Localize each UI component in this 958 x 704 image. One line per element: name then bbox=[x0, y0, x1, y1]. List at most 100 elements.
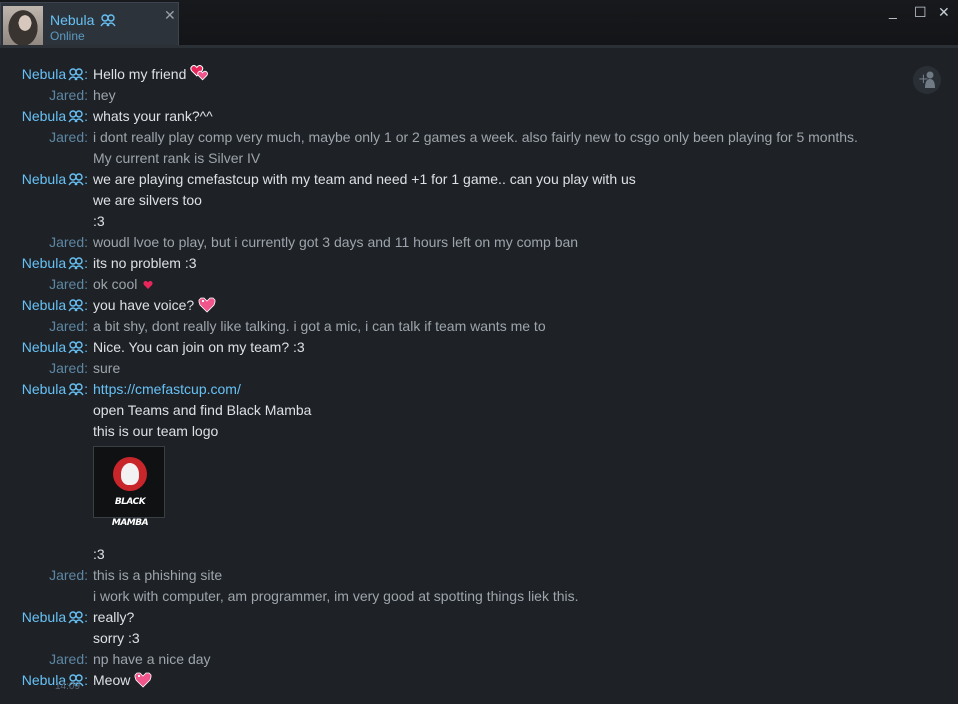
message-line: we are playing cmefastcup with my team a… bbox=[93, 169, 933, 190]
group-icon bbox=[68, 110, 84, 123]
message-text: :3 bbox=[93, 213, 105, 229]
chat-message: Nebula: you have voice? bbox=[0, 295, 958, 316]
chat-tab-nebula[interactable]: Nebula Online ✕ bbox=[0, 2, 179, 48]
message-body: Nice. You can join on my team? :3 bbox=[93, 337, 933, 358]
sender-name-label: Jared: bbox=[49, 276, 88, 292]
sender-name[interactable]: Jared: bbox=[49, 274, 88, 295]
message-line: its no problem :3 bbox=[93, 253, 933, 274]
sender-name[interactable]: Nebula: bbox=[22, 253, 88, 274]
chat-message: Nebula: Meow bbox=[0, 670, 958, 691]
message-body: you have voice? bbox=[93, 295, 933, 316]
message-body: https://cmefastcup.com/open Teams and fi… bbox=[93, 379, 933, 565]
sender-name[interactable]: Nebula: bbox=[22, 607, 88, 628]
message-line: this is a phishing site bbox=[93, 565, 933, 586]
heart-emoticon-icon bbox=[143, 280, 153, 289]
sender-name[interactable]: Nebula: bbox=[22, 169, 88, 190]
sender-name-label: Jared: bbox=[49, 360, 88, 376]
sender-name[interactable]: Nebula: bbox=[22, 379, 88, 400]
sender-name-label: Nebula bbox=[21, 609, 67, 625]
sender-name[interactable]: Nebula: bbox=[22, 106, 88, 127]
sender-name[interactable]: Nebula: bbox=[22, 295, 88, 316]
sender-name[interactable]: Jared: bbox=[49, 316, 88, 337]
message-text: sorry :3 bbox=[93, 630, 140, 646]
sender-name[interactable]: Jared: bbox=[49, 232, 88, 253]
message-text: we are silvers too bbox=[93, 192, 202, 208]
message-line: Hello my friend bbox=[93, 64, 933, 85]
message-text: Nice. You can join on my team? :3 bbox=[93, 339, 305, 355]
message-link[interactable]: https://cmefastcup.com/ bbox=[93, 381, 241, 397]
close-tab-icon[interactable]: ✕ bbox=[164, 8, 176, 22]
group-icon bbox=[68, 611, 84, 624]
message-text: we are playing cmefastcup with my team a… bbox=[93, 171, 636, 187]
close-window-button[interactable]: ✕ bbox=[938, 5, 950, 19]
sender-name-label: Jared: bbox=[49, 567, 88, 583]
sender-name[interactable]: Jared: bbox=[49, 565, 88, 586]
sender-name-label: Jared: bbox=[49, 318, 88, 334]
message-text: open Teams and find Black Mamba bbox=[93, 402, 312, 418]
team-logo-image[interactable]: BLACK MAMBA bbox=[93, 446, 165, 528]
sender-colon: : bbox=[84, 108, 88, 124]
message-line: really? bbox=[93, 607, 933, 628]
sender-colon: : bbox=[84, 66, 88, 82]
message-text: this is a phishing site bbox=[93, 567, 223, 583]
message-body: a bit shy, dont really like talking. i g… bbox=[93, 316, 933, 337]
sender-colon: : bbox=[84, 255, 88, 271]
message-text: i work with computer, am programmer, im … bbox=[93, 588, 579, 604]
sender-name-label: Jared: bbox=[49, 234, 88, 250]
message-line: hey bbox=[93, 85, 933, 106]
chat-message: Nebula: we are playing cmefastcup with my… bbox=[0, 169, 958, 232]
message-text: really? bbox=[93, 609, 135, 625]
image-spacer bbox=[93, 518, 933, 544]
sender-colon: : bbox=[84, 381, 88, 397]
chat-log: Nebula: Hello my friend Jared: hey Nebula: wh… bbox=[0, 64, 958, 691]
chat-message: Nebula: whats your rank?^^ bbox=[0, 106, 958, 127]
chat-message: Nebula: its no problem :3 bbox=[0, 253, 958, 274]
message-line: a bit shy, dont really like talking. i g… bbox=[93, 316, 933, 337]
sender-name[interactable]: Jared: bbox=[49, 649, 88, 670]
message-body: Meow bbox=[93, 670, 933, 691]
sender-colon: : bbox=[84, 609, 88, 625]
maximize-button[interactable]: ☐ bbox=[914, 5, 927, 19]
avatar[interactable] bbox=[3, 6, 43, 46]
message-line: Nice. You can join on my team? :3 bbox=[93, 337, 933, 358]
message-text: My current rank is Silver IV bbox=[93, 150, 261, 166]
tab-friend-status: Online bbox=[50, 29, 85, 43]
logo-wordmark: BLACK MAMBA bbox=[111, 497, 149, 528]
message-line: open Teams and find Black Mamba bbox=[93, 400, 933, 421]
message-line: Meow bbox=[93, 670, 933, 691]
message-line: sure bbox=[93, 358, 933, 379]
group-icon bbox=[68, 173, 84, 186]
message-text: woudl lvoe to play, but i currently got … bbox=[93, 234, 579, 250]
sender-name-label: Nebula bbox=[21, 171, 67, 187]
sender-name-label: Jared: bbox=[49, 87, 88, 103]
message-line: woudl lvoe to play, but i currently got … bbox=[93, 232, 933, 253]
chat-message: Nebula: https://cmefastcup.com/open Teams… bbox=[0, 379, 958, 565]
tab-friend-name: Nebula bbox=[50, 12, 116, 28]
sender-name-label: Nebula bbox=[21, 66, 67, 82]
chat-window: Nebula Online ✕ _ ☐ ✕ + Nebula: Hello my … bbox=[0, 0, 958, 704]
sender-name[interactable]: Jared: bbox=[49, 127, 88, 148]
sender-name[interactable]: Nebula: bbox=[22, 337, 88, 358]
message-body: this is a phishing site i work with compu… bbox=[93, 565, 933, 607]
chat-message: Jared: woudl lvoe to play, but i currentl… bbox=[0, 232, 958, 253]
sender-name-label: Nebula bbox=[21, 381, 67, 397]
sender-name[interactable]: Jared: bbox=[49, 85, 88, 106]
sender-name[interactable]: Nebula: bbox=[22, 64, 88, 85]
tab-active-indicator bbox=[1, 46, 45, 48]
message-line: whats your rank?^^ bbox=[93, 106, 933, 127]
message-line: we are silvers too bbox=[93, 190, 933, 211]
sender-name-label: Jared: bbox=[49, 129, 88, 145]
message-text: ok cool bbox=[93, 276, 138, 292]
group-icon bbox=[68, 299, 84, 312]
message-text: i dont really play comp very much, maybe… bbox=[93, 129, 858, 145]
sender-name-label: Jared: bbox=[49, 651, 88, 667]
minimize-button[interactable]: _ bbox=[889, 4, 897, 18]
message-line: i work with computer, am programmer, im … bbox=[93, 586, 933, 607]
message-body: Hello my friend bbox=[93, 64, 933, 85]
sender-name[interactable]: Jared: bbox=[49, 358, 88, 379]
group-icon bbox=[68, 257, 84, 270]
group-icon bbox=[68, 68, 84, 81]
message-body: whats your rank?^^ bbox=[93, 106, 933, 127]
group-icon bbox=[68, 341, 84, 354]
message-timestamp: 14:09 bbox=[55, 681, 81, 692]
